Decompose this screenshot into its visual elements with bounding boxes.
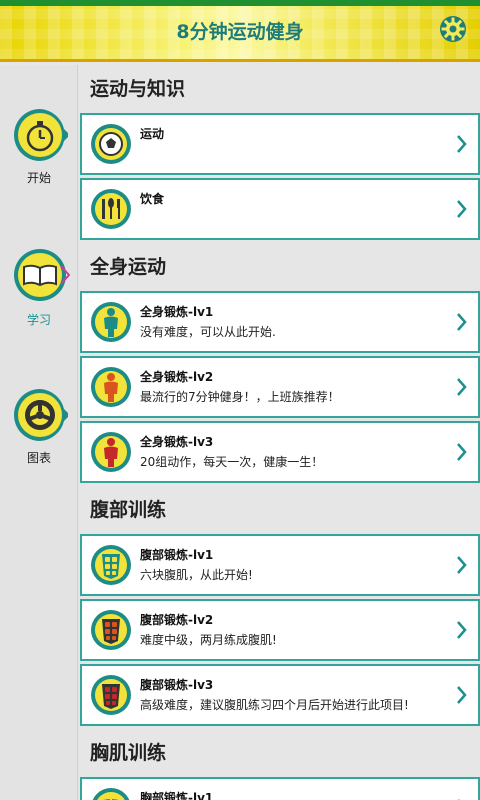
item-subtitle: 六块腹肌，从此开始!	[140, 568, 253, 582]
section-title: 腹部训练	[90, 499, 167, 521]
chevron-right-icon	[457, 443, 467, 461]
body-orange-icon	[91, 367, 131, 407]
section-title: 胸肌训练	[90, 742, 167, 764]
chest-green-icon	[92, 788, 130, 800]
learn-list: 运动与知识 运动 饮食 全身运动 全身锻炼-lv1 没有难度，可以从此开始. 全…	[80, 65, 480, 800]
list-item[interactable]: 全身锻炼-lv3 20组动作，每天一次，健康一生！	[80, 421, 480, 483]
item-title: 运动	[140, 127, 165, 141]
item-title: 饮食	[140, 192, 165, 206]
sidebar-item-label: 学习	[26, 313, 51, 327]
list-item[interactable]: 运动	[80, 113, 480, 175]
section-title: 运动与知识	[90, 78, 186, 100]
item-subtitle: 难度中级，两月练成腹肌!	[140, 633, 277, 647]
chevron-right-icon	[457, 686, 467, 704]
sidebar-item-label: 图表	[26, 451, 51, 465]
item-title: 全身锻炼-lv2	[140, 370, 214, 384]
list-item[interactable]: 饮食	[80, 178, 480, 240]
stopwatch-icon	[14, 109, 68, 161]
item-title: 腹部锻炼-lv2	[140, 613, 214, 627]
chevron-right-icon	[457, 378, 467, 396]
list-item[interactable]: 腹部锻炼-lv2 难度中级，两月练成腹肌!	[80, 599, 480, 661]
abs-red-icon	[91, 675, 131, 715]
soccer-ball-icon	[91, 124, 131, 164]
item-subtitle: 没有难度，可以从此开始.	[140, 325, 276, 339]
chevron-right-icon	[457, 200, 467, 218]
item-title: 全身锻炼-lv3	[140, 435, 214, 449]
cutlery-icon	[91, 189, 131, 229]
abs-orange-icon	[91, 610, 131, 650]
item-title: 腹部锻炼-lv1	[140, 548, 214, 562]
body-red-icon	[91, 432, 131, 472]
list-item[interactable]: 腹部锻炼-lv3 高级难度，建议腹肌练习四个月后开始进行此项目!	[80, 664, 480, 726]
chevron-right-icon	[457, 135, 467, 153]
abs-green-icon	[91, 545, 131, 585]
gear-icon[interactable]	[438, 14, 468, 44]
list-item[interactable]: 胸部锻炼-lv1	[80, 777, 480, 800]
chevron-right-icon	[457, 556, 467, 574]
item-subtitle: 最流行的7分钟健身！，上班族推荐！	[140, 390, 340, 404]
chart-wheel-icon	[14, 389, 68, 441]
list-item[interactable]: 全身锻炼-lv1 没有难度，可以从此开始.	[80, 291, 480, 353]
chevron-right-icon	[457, 313, 467, 331]
sidebar-item-label: 开始	[26, 171, 51, 185]
page-title: 8分钟运动健身	[176, 21, 304, 43]
list-item[interactable]: 腹部锻炼-lv1 六块腹肌，从此开始!	[80, 534, 480, 596]
active-indicator-icon	[60, 265, 70, 285]
item-subtitle: 20组动作，每天一次，健康一生！	[140, 455, 324, 469]
section-title: 全身运动	[90, 256, 167, 278]
item-subtitle: 高级难度，建议腹肌练习四个月后开始进行此项目!	[140, 698, 409, 712]
sidebar: 开始 学习 图表	[0, 65, 78, 800]
item-title: 腹部锻炼-lv3	[140, 678, 214, 692]
item-title: 全身锻炼-lv1	[140, 305, 214, 319]
list-item[interactable]: 全身锻炼-lv2 最流行的7分钟健身！，上班族推荐！	[80, 356, 480, 418]
app-header: 8分钟运动健身	[0, 0, 480, 62]
chevron-right-icon	[457, 621, 467, 639]
item-title: 胸部锻炼-lv1	[140, 791, 214, 800]
body-green-icon	[91, 302, 131, 342]
